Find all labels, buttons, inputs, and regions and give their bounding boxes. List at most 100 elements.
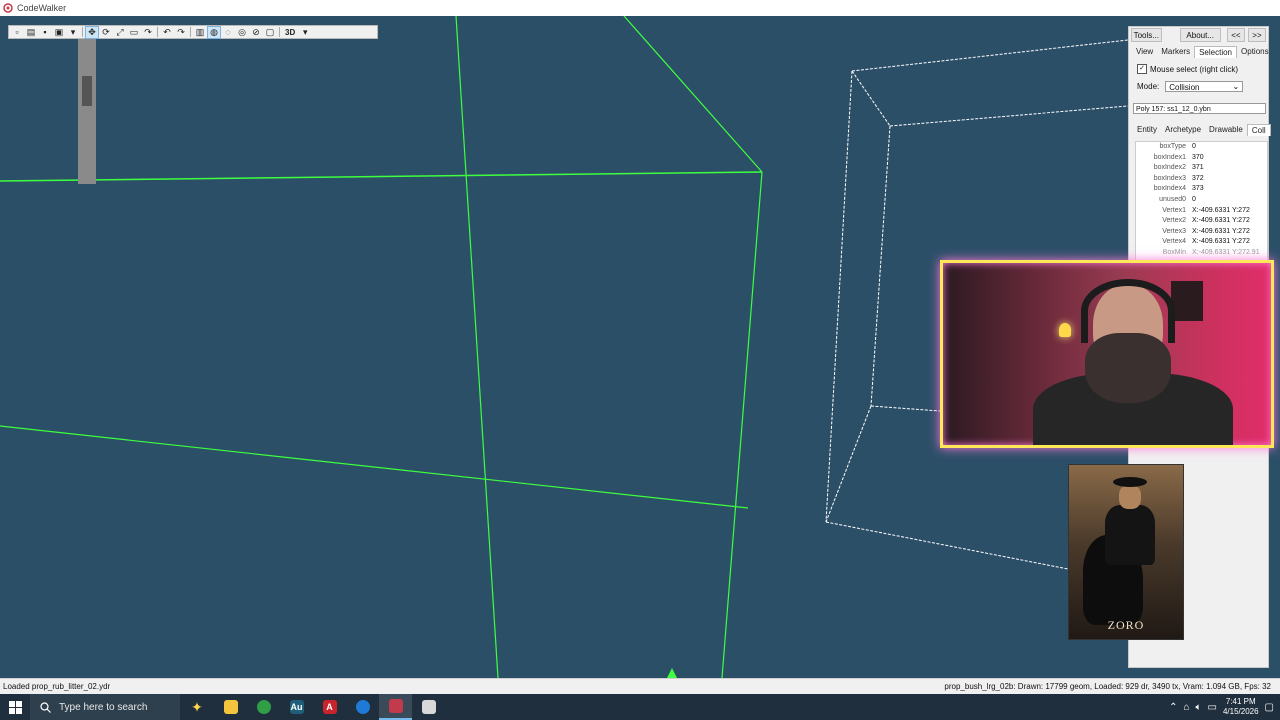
chevron-down-icon: ⌄ <box>1232 82 1240 91</box>
property-value: X:-409.6331 Y:272 <box>1192 227 1250 235</box>
scale-icon[interactable]: ⤢ <box>114 27 126 38</box>
rider-figure <box>1105 505 1155 565</box>
save-icon[interactable]: ▪ <box>39 27 51 38</box>
property-row[interactable]: boxIndex4 373 <box>1136 184 1267 195</box>
codewalker-app-icon[interactable] <box>379 694 412 720</box>
clock[interactable]: 7:41 PM 4/15/2026 <box>1223 697 1259 717</box>
toggle-panel-icon[interactable]: ▥ <box>194 27 206 38</box>
volume-icon[interactable]: 🔈︎ <box>1196 702 1202 713</box>
about-button[interactable]: About... <box>1179 28 1221 42</box>
property-row[interactable]: boxIndex1 370 <box>1136 153 1267 164</box>
property-value: 370 <box>1192 153 1204 161</box>
search-icon <box>40 701 51 713</box>
mode-select[interactable]: Collision ⌄ <box>1165 81 1244 92</box>
property-row[interactable]: Vertex1 X:-409.6331 Y:272 <box>1136 206 1267 217</box>
property-row[interactable]: Vertex2 X:-409.6331 Y:272 <box>1136 216 1267 227</box>
cube-icon[interactable]: ▾ <box>67 27 79 38</box>
window-title: CodeWalker <box>17 3 67 13</box>
tool-d-icon[interactable]: ▢ <box>264 27 276 38</box>
selected-item-field[interactable]: Poly 157: ss1_12_0.ybn <box>1133 103 1266 114</box>
select-icon[interactable]: ▭ <box>128 27 140 38</box>
window-titlebar: CodeWalker <box>0 0 1280 16</box>
tab-entity[interactable]: Entity <box>1133 124 1161 135</box>
codewalker-logo-icon <box>3 3 13 13</box>
headphones <box>1081 279 1175 343</box>
rider-face <box>1119 485 1141 509</box>
rider-hat <box>1113 477 1147 487</box>
tab-archetype[interactable]: Archetype <box>1161 124 1205 135</box>
property-row[interactable]: boxIndex3 372 <box>1136 174 1267 185</box>
webcam-overlay <box>940 260 1274 448</box>
new-icon[interactable]: ▫ <box>11 27 23 38</box>
property-row[interactable]: boxIndex2 371 <box>1136 163 1267 174</box>
position-marker <box>667 668 677 678</box>
collision-edge <box>0 425 749 509</box>
search-highlight-icon[interactable]: ✦ <box>180 694 214 720</box>
display-icon[interactable]: ▭ <box>1208 702 1217 713</box>
toolbar-separator <box>82 27 83 37</box>
tool-a-icon[interactable]: ◌ <box>222 27 234 38</box>
tab-selection[interactable]: Selection <box>1194 46 1238 58</box>
chevron-down-icon[interactable]: ▾ <box>299 27 311 38</box>
property-value: X:-409.6331 Y:272 <box>1192 238 1250 246</box>
property-grid[interactable]: boxType 0 boxIndex1 370 boxIndex2 371 boxIn… <box>1135 141 1268 263</box>
tab-view[interactable]: View <box>1132 46 1157 57</box>
prop-object-detail <box>82 76 92 106</box>
redo-icon[interactable]: ↷ <box>175 27 187 38</box>
property-value: 371 <box>1192 164 1204 172</box>
expand-panel-button[interactable]: >> <box>1247 28 1267 42</box>
mode-row: Mode: Collision ⌄ <box>1137 81 1244 92</box>
start-button[interactable] <box>0 694 30 720</box>
move-icon[interactable]: ✥ <box>85 25 99 39</box>
network-icon[interactable]: ⌂ <box>1183 702 1189 713</box>
card-title: ZORO <box>1107 618 1145 632</box>
windows-logo-icon <box>8 700 22 714</box>
zoro-card-overlay: ZORO <box>1068 464 1184 640</box>
chrome-icon[interactable] <box>247 694 280 720</box>
tool-c-icon[interactable]: ⊘ <box>250 27 262 38</box>
toolbar-separator <box>190 27 191 37</box>
undo-icon[interactable]: ↶ <box>161 27 173 38</box>
property-row[interactable]: BoxMin X:-409.6331 Y:272.91 <box>1136 248 1267 259</box>
mouse-select-checkbox[interactable]: ✓ <box>1137 64 1147 74</box>
property-value: 0 <box>1192 143 1196 150</box>
property-name: Vertex4 <box>1162 238 1186 246</box>
render-stats: prop_bush_lrg_02b: Drawn: 17799 geom, Lo… <box>944 682 1271 691</box>
property-name: boxIndex3 <box>1153 174 1186 182</box>
rotate-icon[interactable]: ⟳ <box>100 27 112 38</box>
property-row[interactable]: unused0 0 <box>1136 195 1267 206</box>
property-value: 0 <box>1192 195 1196 203</box>
acrobat-icon[interactable]: A <box>313 694 346 720</box>
tools-button[interactable]: Tools... <box>1131 28 1162 42</box>
wireframe-icon[interactable]: ◍ <box>207 25 221 39</box>
mode-3d-button[interactable]: 3D <box>283 27 297 38</box>
mouse-select-label: Mouse select (right click) <box>1150 64 1239 74</box>
save-all-icon[interactable]: ▣ <box>53 27 65 38</box>
property-value: X:-409.6331 Y:272 <box>1192 217 1250 225</box>
search-placeholder: Type here to search <box>59 701 148 713</box>
file-explorer-icon[interactable] <box>214 694 247 720</box>
snap-icon[interactable]: ↷ <box>142 27 154 38</box>
tool-b-icon[interactable]: ◎ <box>236 27 248 38</box>
tab-options[interactable]: Options <box>1237 46 1273 57</box>
property-row[interactable]: Vertex3 X:-409.6331 Y:272 <box>1136 227 1267 238</box>
open-icon[interactable]: ▤ <box>25 27 37 38</box>
chevron-up-icon[interactable]: ⌃ <box>1169 702 1177 713</box>
tab-markers[interactable]: Markers <box>1157 46 1194 57</box>
collapse-panel-button[interactable]: << <box>1226 28 1245 42</box>
taskbar-search[interactable]: Type here to search <box>30 694 180 720</box>
tab-coll[interactable]: Coll <box>1246 124 1271 136</box>
game-app-icon[interactable] <box>412 694 445 720</box>
notifications-icon[interactable]: ▢ <box>1265 702 1274 713</box>
property-name: unused0 <box>1159 195 1186 203</box>
streamer-beard <box>1085 333 1171 403</box>
status-message: Loaded prop_rub_litter_02.ydr <box>3 682 111 691</box>
property-value: X:-409.6331 Y:272.91 <box>1192 248 1260 256</box>
prop-object <box>78 32 96 184</box>
audition-icon[interactable]: Au <box>280 694 313 720</box>
tab-drawable[interactable]: Drawable <box>1205 124 1247 135</box>
property-row[interactable]: Vertex4 X:-409.6331 Y:272 <box>1136 237 1267 248</box>
property-row[interactable]: boxType 0 <box>1136 142 1267 153</box>
browser-icon[interactable] <box>346 694 379 720</box>
toolbar-separator <box>279 27 280 37</box>
